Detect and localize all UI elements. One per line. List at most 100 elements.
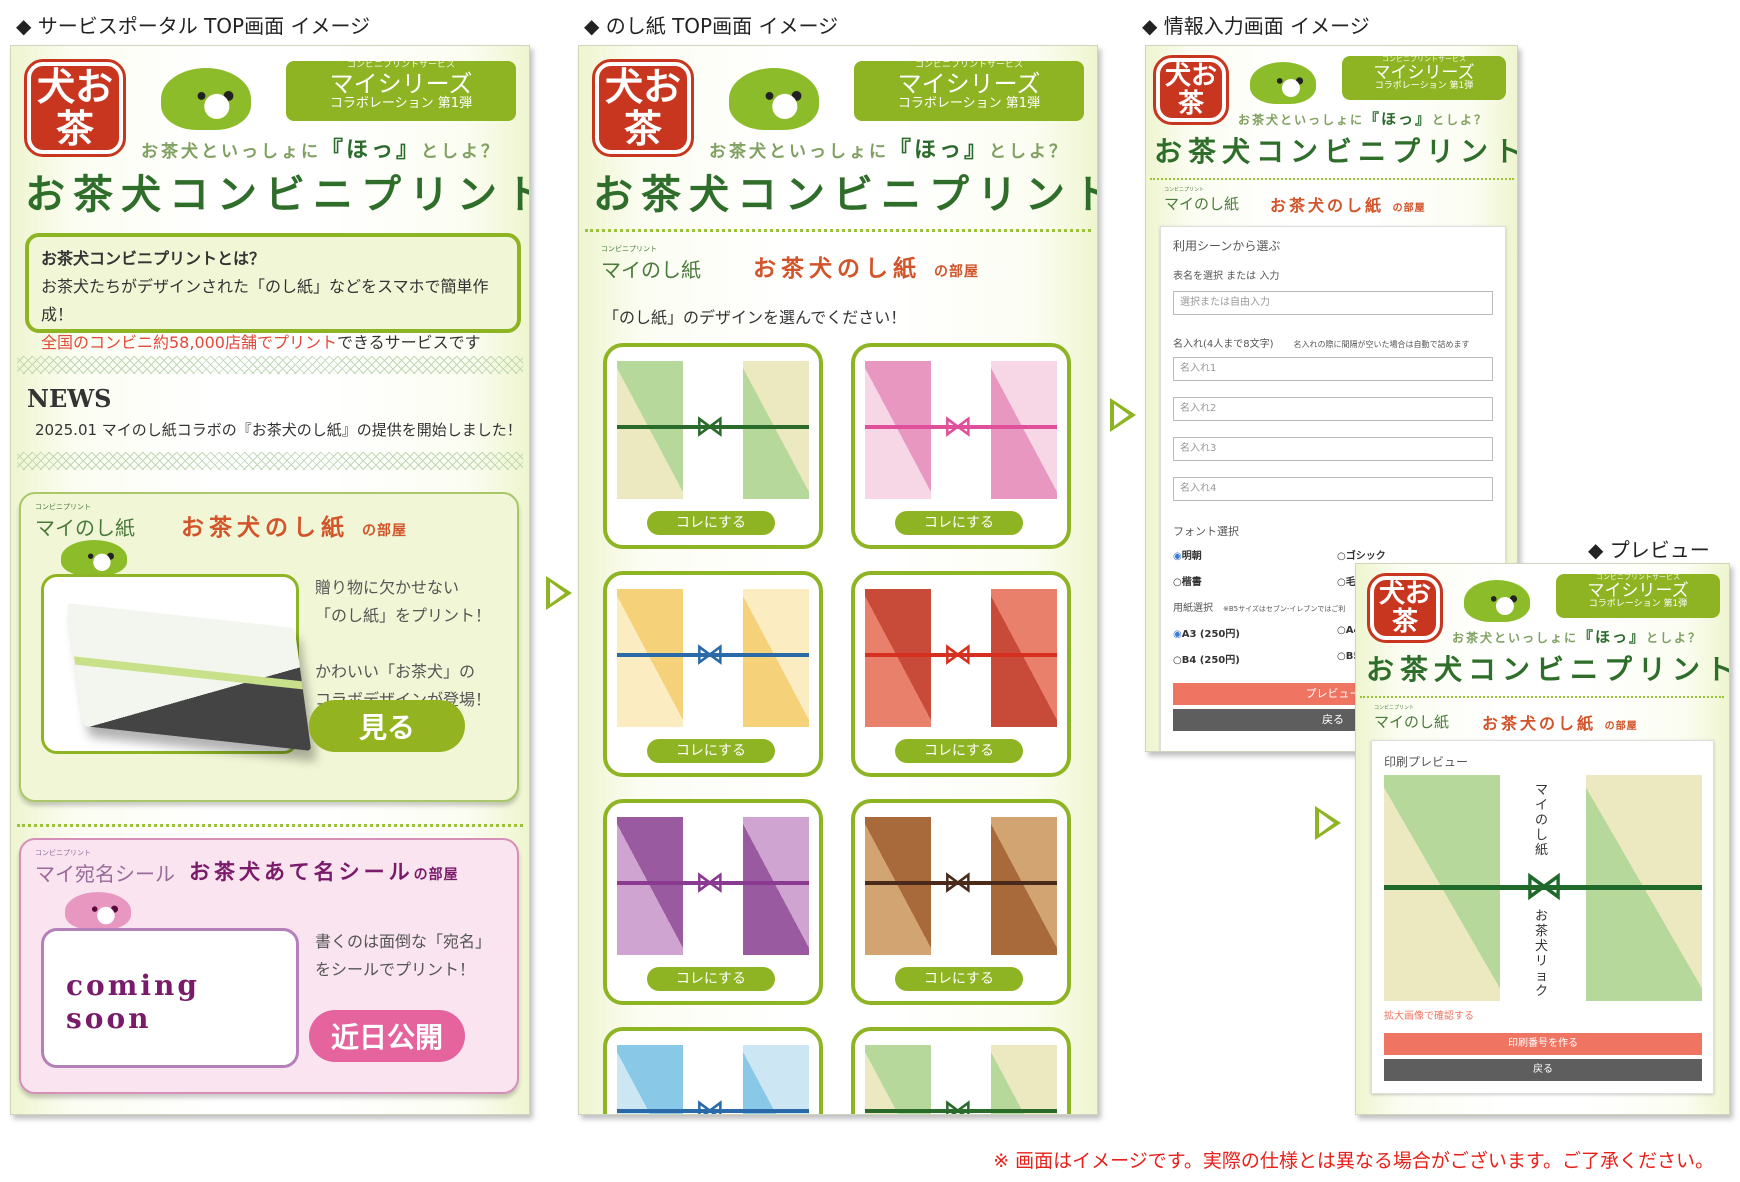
coming-soon-button[interactable]: 近日公開 (309, 1010, 465, 1062)
design-card-purple[interactable]: ⋈ コレにする (603, 799, 823, 1005)
service-title: お茶犬コンビニプリント (1366, 653, 1730, 686)
paper-radio-a3[interactable]: ◉A3 (250円) (1173, 625, 1240, 640)
font-label: フォント選択 (1173, 525, 1239, 538)
ochaken-logo: 犬お茶 (1367, 573, 1443, 643)
name-label: 名入れ(4人まで8文字) 名入れの際に間隔が空いた場合は自動で詰めます (1173, 339, 1470, 350)
bow-icon: ⋈ (943, 865, 973, 900)
noshi-room-title: お茶犬のし紙 の部屋 (181, 514, 408, 541)
bow-icon: ⋈ (1524, 863, 1564, 909)
tagline: お茶犬といっしょに『ほっ』としよ？ (709, 138, 1070, 163)
ochaken-logo: 犬お茶 (592, 59, 694, 157)
select-design-button[interactable]: コレにする (647, 511, 775, 535)
font-radio-gothic[interactable]: ○ゴシック (1337, 547, 1386, 562)
caption-noshi-top: ◆ のし紙 TOP画面 イメージ (584, 14, 839, 38)
coming-soon-text: coming soon (66, 969, 200, 1035)
dotted-divider (1360, 696, 1724, 698)
caption-preview: ◆ プレビュー (1588, 538, 1710, 562)
select-design-button[interactable]: コレにする (647, 967, 775, 991)
diamond-divider (17, 356, 523, 374)
ochaken-logo: 犬お茶 (1153, 55, 1229, 125)
design-card-red[interactable]: ⋈ コレにする (851, 571, 1071, 777)
dotted-divider (585, 229, 1091, 232)
about-line1: お茶犬たちがデザインされた「のし紙」などをスマホで簡単作成！ (41, 277, 489, 324)
noshi-name-text: お茶犬リョク (1535, 909, 1549, 999)
badge-small: コンビニプリントサービス (346, 60, 455, 70)
service-title: お茶犬コンビニプリント (1154, 135, 1518, 168)
badge-main: マイシリーズ (329, 69, 473, 98)
design-card-yellow[interactable]: ⋈ コレにする (603, 571, 823, 777)
noshi-room-sub: マイのし紙 (35, 516, 135, 540)
noshi-sub: マイのし紙 (601, 258, 701, 282)
ochaken-dog-icon (729, 68, 819, 130)
paper-radio-b4[interactable]: ○B4 (250円) (1173, 651, 1240, 666)
name-input-3[interactable]: 名入れ3 (1173, 437, 1493, 461)
service-title: お茶犬コンビニプリント (25, 171, 530, 218)
select-design-button[interactable]: コレにする (647, 739, 775, 763)
bow-icon: ⋈ (695, 409, 725, 444)
tagline: お茶犬といっしょに『ほっ』としよ？ (1452, 628, 1703, 646)
select-design-button[interactable]: コレにする (895, 739, 1023, 763)
noshi-thumbnail: ⋈ (617, 589, 809, 727)
ochaken-logo: 犬お茶 (24, 59, 126, 157)
ochaken-dog-icon (161, 68, 251, 130)
noshi-box-image (41, 574, 312, 754)
about-highlight: 全国のコンビニ約58,000店舗でプリント (41, 333, 337, 352)
footnote: ※ 画面はイメージです。実際の仕様とは異なる場合がございます。ご了承ください。 (993, 1150, 1714, 1172)
bow-icon: ⋈ (943, 409, 973, 444)
scene-label: 利用シーンから選ぶ (1173, 239, 1281, 253)
name-input-1[interactable]: 名入れ1 (1173, 357, 1493, 381)
paper-label: 用紙選択 ※B5サイズはセブン-イレブンではご利 (1173, 603, 1346, 614)
dog-peek-icon (61, 540, 127, 576)
make-print-number-button[interactable]: 印刷番号を作る (1384, 1033, 1702, 1055)
name-input-2[interactable]: 名入れ2 (1173, 397, 1493, 421)
font-radio-mincho[interactable]: ◉明朝 (1173, 547, 1202, 562)
bow-icon: ⋈ (695, 637, 725, 672)
omote-input[interactable]: 選択または自由入力 (1173, 291, 1493, 315)
badge-sub: コラボレーション 第1弾 (329, 96, 473, 112)
caption-portal: ◆ サービスポータル TOP画面 イメージ (16, 14, 371, 38)
ochaken-dog-icon (1464, 580, 1530, 622)
design-card-green[interactable]: ⋈ コレにする (603, 343, 823, 549)
noshi-room-card: コンビニプリント マイのし紙 お茶犬のし紙 の部屋 贈り物に欠かせない 「のし紙」を… (19, 492, 519, 802)
noshi-room-title: お茶犬のし紙 の部屋 (753, 255, 980, 282)
bow-icon: ⋈ (943, 1093, 973, 1115)
noshi-thumbnail: ⋈ (617, 361, 809, 499)
my-series-badge: コンビニプリントサービス マイシリーズ コラボレーション 第1弾 (854, 60, 1084, 121)
dotted-divider (17, 824, 523, 827)
design-card-brown[interactable]: ⋈ コレにする (851, 799, 1071, 1005)
design-card-pink[interactable]: ⋈ コレにする (851, 343, 1071, 549)
news-item[interactable]: 2025.01 マイのし紙コラボの『お茶犬のし紙』の提供を開始しました！ (35, 419, 522, 440)
my-series-badge: コンビニプリントサービス マイシリーズ コラボレーション 第1弾 (1342, 55, 1506, 100)
pink-dog-peek-icon (65, 892, 131, 930)
bow-icon: ⋈ (943, 637, 973, 672)
arrow-right-icon (546, 576, 572, 610)
about-box: お茶犬コンビニプリントとは？ お茶犬たちがデザインされた「のし紙」などをスマホで… (25, 233, 521, 352)
zoom-image-link[interactable]: 拡大画像で確認する (1384, 1007, 1474, 1022)
noshi-top-screen: 犬お茶 コンビニプリントサービス マイシリーズ コラボレーション 第1弾 お茶犬とい… (578, 45, 1098, 1115)
noshi-room-desc: 贈り物に欠かせない「のし紙」をプリント！かわいい「お茶犬」のコラボデザインが登場… (315, 578, 492, 709)
about-heading: お茶犬コンビニプリントとは？ (41, 249, 266, 268)
bow-icon: ⋈ (695, 865, 725, 900)
select-design-button[interactable]: コレにする (895, 511, 1023, 535)
dotted-divider (1150, 178, 1514, 180)
select-design-button[interactable]: コレにする (895, 967, 1023, 991)
arrow-right-icon (1315, 806, 1341, 840)
noshi-thumbnail: ⋈ (617, 817, 809, 955)
noshi-thumbnail: ⋈ (865, 817, 1057, 955)
news-heading: NEWS (27, 384, 112, 413)
noshi-thumbnail: ⋈ (865, 361, 1057, 499)
view-button[interactable]: 見る (309, 700, 465, 752)
design-card-light-blue[interactable]: ⋈コレにする (603, 1027, 823, 1114)
coming-soon-box: coming soon (41, 928, 299, 1068)
about-line2: できるサービスです (337, 333, 481, 352)
tagline: お茶犬といっしょに『ほっ』としよ？ (1238, 110, 1489, 128)
arrow-right-icon (1110, 398, 1136, 432)
font-radio-mouhitsu[interactable]: ○毛 (1337, 573, 1356, 588)
name-input-4[interactable]: 名入れ4 (1173, 477, 1493, 501)
back-button[interactable]: 戻る (1384, 1059, 1702, 1081)
font-radio-kaisho[interactable]: ○楷書 (1173, 573, 1202, 588)
preview-card: 印刷プレビュー ⋈ マイのし紙 お茶犬リョク 拡大画像で確認する 印刷番号を作る… (1371, 740, 1714, 1094)
noshi-room-title: お茶犬のし紙 の部屋 (1482, 714, 1638, 733)
design-card-green-2[interactable]: ⋈コレにする (851, 1027, 1071, 1115)
tagline: お茶犬といっしょに『ほっ』としよ？ (141, 138, 502, 163)
